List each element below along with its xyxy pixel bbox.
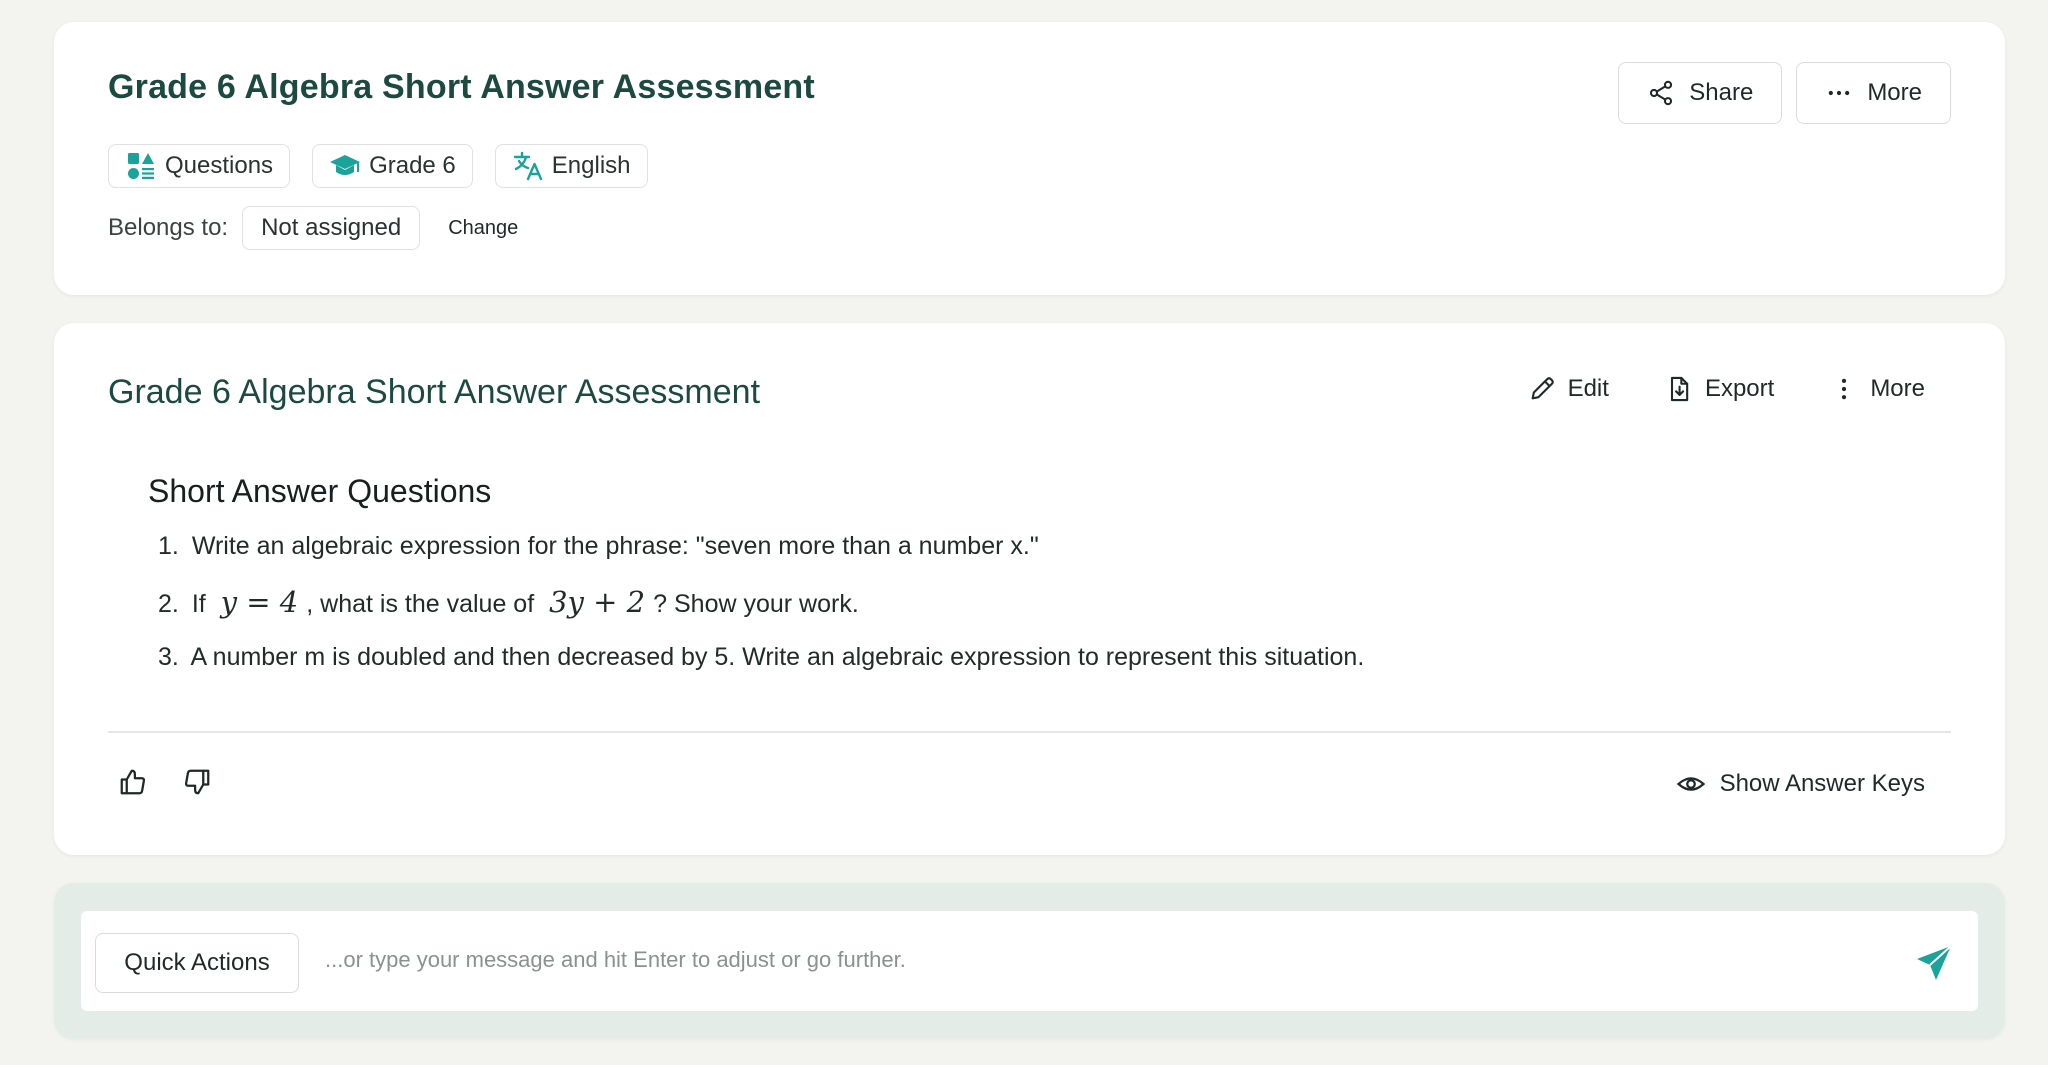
math-expression: y = 4 (220, 585, 299, 619)
file-export-icon (1670, 376, 1689, 402)
shapes-icon (128, 153, 154, 179)
more-label: More (1867, 79, 1922, 106)
content-title: Grade 6 Algebra Short Answer Assessment (108, 373, 761, 411)
content-actions: Edit Export More (1528, 375, 1925, 403)
share-button[interactable]: Share (1618, 62, 1783, 124)
chat-input[interactable] (325, 937, 1625, 983)
thumbs-up-icon[interactable] (118, 767, 148, 797)
chip-questions[interactable]: Questions (108, 144, 291, 188)
share-label: Share (1689, 79, 1754, 106)
tag-chips: Questions Grade 6 English (108, 144, 648, 188)
question-list: 1. Write an algebraic expression for the… (148, 532, 1908, 672)
more-label: More (1870, 375, 1925, 402)
belongs-to-value: Not assigned (242, 206, 421, 250)
question-number: 1. (158, 532, 179, 560)
show-answer-keys-button[interactable]: Show Answer Keys (1676, 769, 1925, 799)
chat-bar: Quick Actions (54, 883, 2005, 1039)
math-expression: 3y + 2 (549, 585, 646, 619)
change-link[interactable]: Change (448, 217, 518, 240)
content-more-button[interactable]: More (1830, 375, 1925, 403)
page-title: Grade 6 Algebra Short Answer Assessment (108, 68, 815, 106)
question-text-mid: , what is the value of (306, 590, 535, 618)
share-icon (1650, 80, 1673, 106)
thumbs-down-icon[interactable] (182, 767, 212, 797)
feedback-buttons (118, 767, 212, 797)
question-text: A number m is doubled and then decreased… (190, 643, 1365, 671)
question-text-post: ? Show your work. (653, 590, 859, 618)
question-text-pre: If (191, 590, 206, 618)
graduation-cap-icon (330, 155, 361, 175)
more-button[interactable]: More (1796, 62, 1951, 124)
eye-icon (1676, 777, 1705, 791)
send-icon[interactable] (1914, 943, 1954, 983)
header-actions: Share More (1618, 62, 1951, 124)
show-answer-keys-label: Show Answer Keys (1719, 770, 1925, 797)
belongs-to-row: Belongs to: Not assigned Change (108, 206, 518, 250)
question-item: 1. Write an algebraic expression for the… (148, 532, 1908, 561)
ellipsis-icon (1829, 90, 1850, 96)
chip-label: Questions (165, 152, 274, 179)
section-heading: Short Answer Questions (148, 473, 492, 509)
chip-language[interactable]: English (494, 144, 648, 188)
content-divider (108, 731, 1951, 733)
assessment-content-card: Grade 6 Algebra Short Answer Assessment … (54, 323, 2005, 855)
edit-button[interactable]: Edit (1528, 375, 1609, 403)
chip-label: English (551, 152, 631, 179)
export-label: Export (1704, 375, 1775, 402)
quick-actions-button[interactable]: Quick Actions (95, 933, 299, 993)
chip-label: Grade 6 (369, 152, 456, 179)
assessment-header-card: Grade 6 Algebra Short Answer Assessment … (54, 22, 2005, 295)
edit-label: Edit (1567, 375, 1609, 402)
chip-grade[interactable]: Grade 6 (312, 144, 473, 188)
vertical-ellipsis-icon (1842, 378, 1847, 400)
question-text: Write an algebraic expression for the ph… (191, 532, 1039, 560)
question-item: 3. A number m is doubled and then decrea… (148, 643, 1908, 672)
belongs-to-label: Belongs to: (108, 214, 229, 241)
question-item: 2. If y = 4, what is the value of 3y + 2… (148, 585, 1908, 619)
questions-content: Short Answer Questions 1. Write an algeb… (148, 473, 1908, 696)
pencil-icon (1531, 377, 1554, 400)
question-number: 3. (158, 643, 179, 671)
translate-icon (513, 151, 542, 181)
question-number: 2. (158, 590, 179, 618)
export-button[interactable]: Export (1665, 375, 1774, 403)
chat-input-container: Quick Actions (81, 911, 1978, 1011)
